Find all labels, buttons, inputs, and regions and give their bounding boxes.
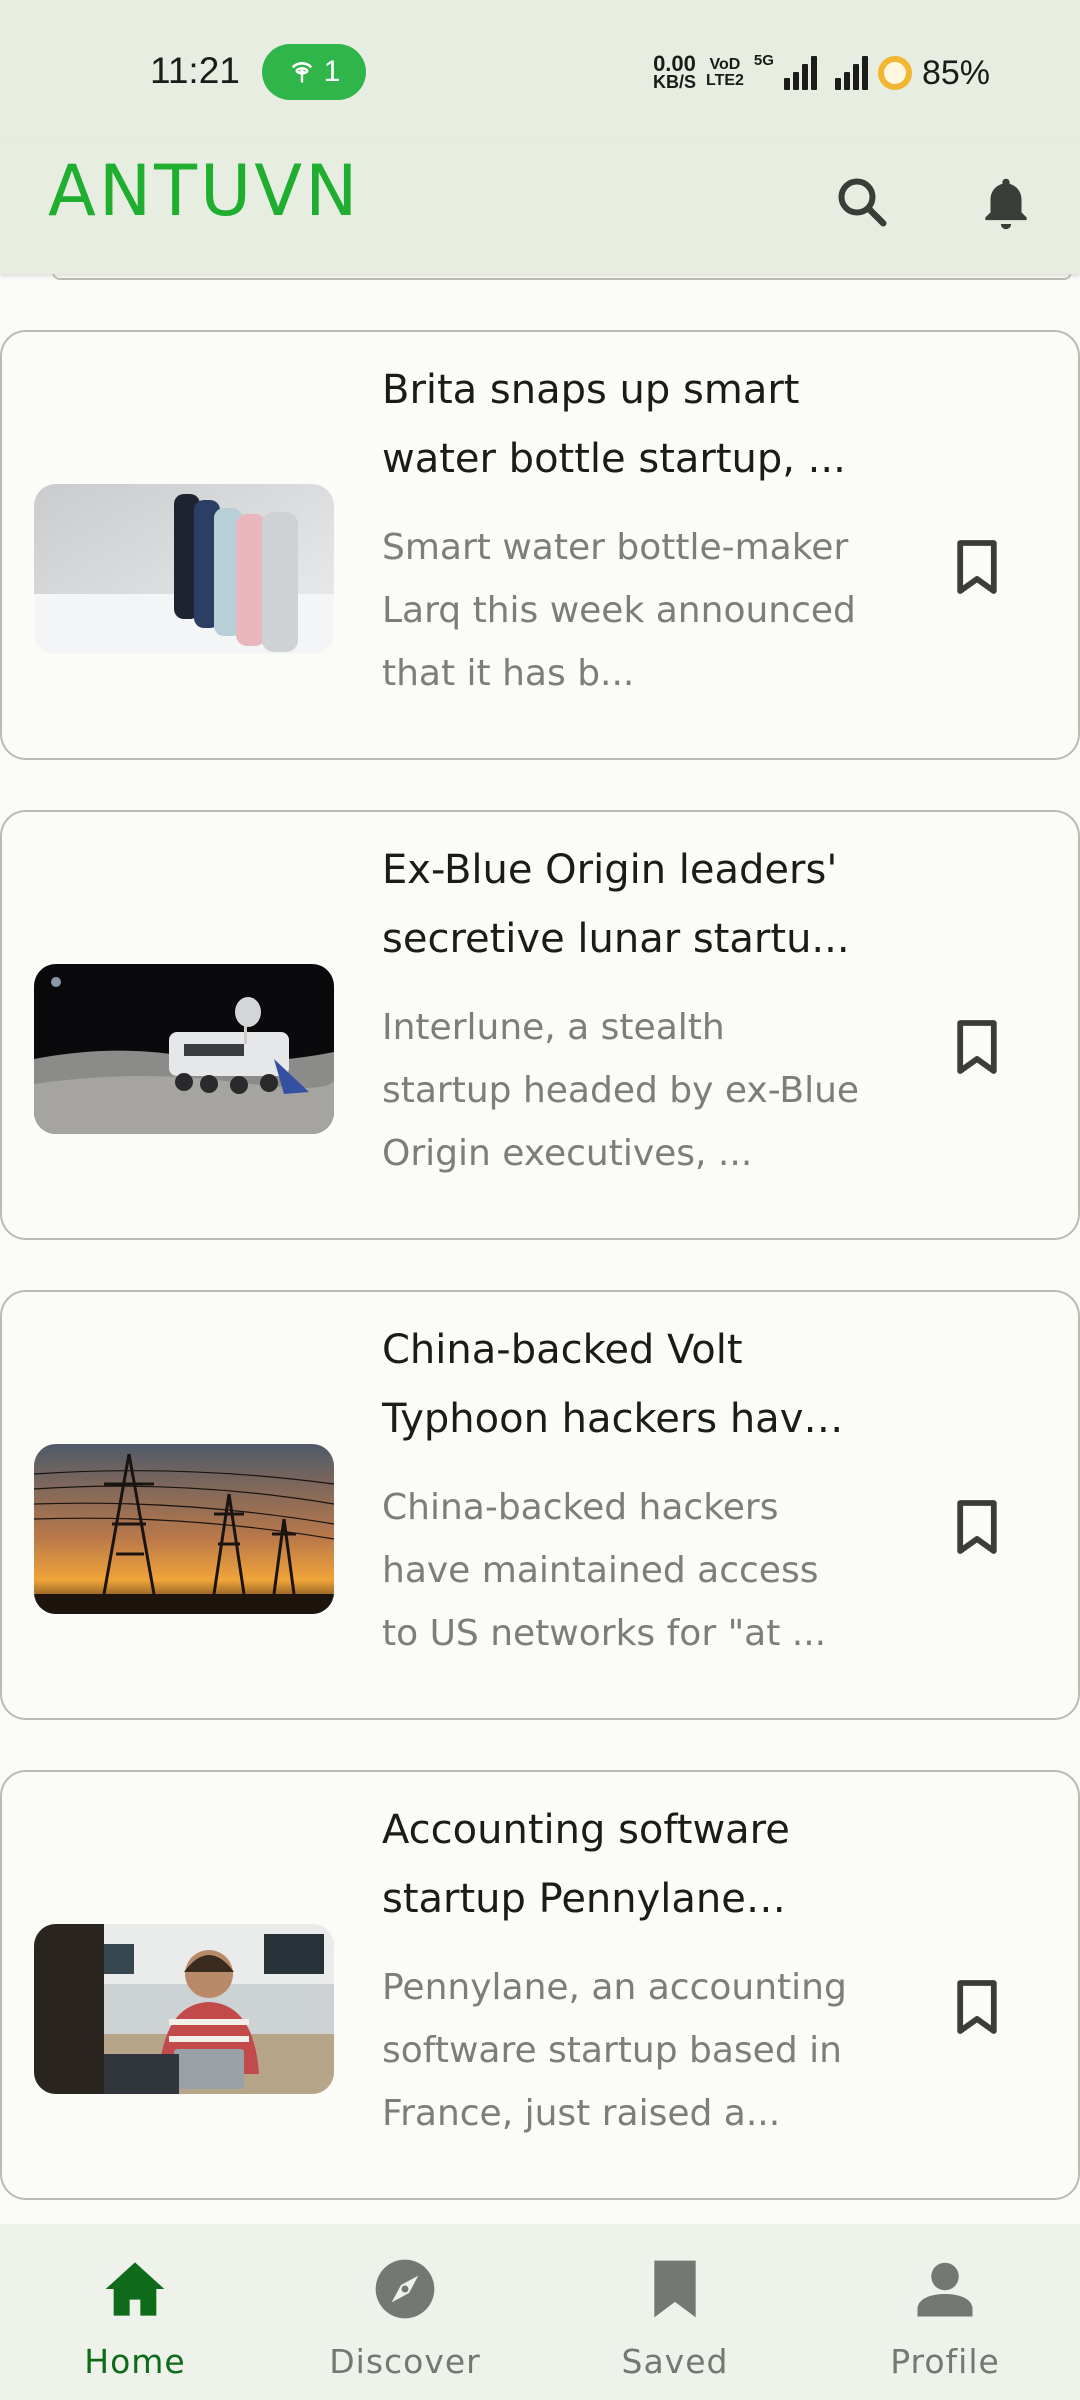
bookmark-outline-icon (957, 1980, 997, 2034)
status-bar: 11:21 1 0.00 KB/S VoD LTE2 5G 85% (0, 0, 1080, 140)
lunar-rover-image (34, 964, 334, 1134)
compass-icon (370, 2254, 440, 2324)
nav-item-discover[interactable]: Discover (270, 2224, 540, 2400)
signal-icon-1 (783, 56, 817, 90)
previous-card-edge (52, 274, 1072, 280)
person-icon (910, 2254, 980, 2324)
network-type: 5G (753, 52, 774, 69)
nav-label-saved: Saved (621, 2342, 729, 2381)
nav-item-saved[interactable]: Saved (540, 2224, 810, 2400)
article-summary: Interlune, a stealth startup headed by e… (382, 1007, 860, 1174)
bookmark-outline-icon (957, 1020, 997, 1074)
article-title[interactable]: Brita snaps up smart water bottle startu… (382, 356, 862, 496)
bookmark-icon (640, 2254, 710, 2324)
hotspot-count: 1 (323, 55, 341, 88)
office-workers-image (34, 1924, 334, 2094)
nav-label-home: Home (84, 2342, 186, 2381)
app-root: 11:21 1 0.00 KB/S VoD LTE2 5G 85% ANTUVN… (0, 0, 1080, 2400)
status-time: 11:21 (150, 50, 240, 91)
home-icon (100, 2254, 170, 2324)
hotspot-indicator: 1 (262, 44, 366, 100)
signal-icon-2 (834, 56, 868, 90)
bookmark-outline-icon (957, 1500, 997, 1554)
bookmark-button[interactable] (942, 1012, 1012, 1082)
bookmark-button[interactable] (942, 532, 1012, 602)
volte-bottom: LTE2 (705, 72, 744, 89)
article-title[interactable]: Ex-Blue Origin leaders' secretive lunar … (382, 836, 862, 976)
notifications-button[interactable] (958, 154, 1054, 250)
nav-item-profile[interactable]: Profile (810, 2224, 1080, 2400)
article-card[interactable]: Accounting software startup Pennylane be… (0, 1770, 1080, 2200)
article-summary: Pennylane, an accounting software startu… (382, 1967, 847, 2134)
search-icon (838, 178, 887, 227)
nav-label-discover: Discover (329, 2342, 481, 2381)
battery-icon (877, 56, 912, 90)
article-feed[interactable]: Brita snaps up smart water bottle startu… (0, 274, 1080, 2224)
bell-icon (985, 178, 1027, 230)
nav-label-profile: Profile (890, 2342, 1000, 2381)
water-bottles-image (34, 484, 334, 654)
power-lines-sunset-image (34, 1444, 334, 1614)
bottom-navigation: Home Discover Saved Profile (0, 2224, 1080, 2400)
nav-item-home[interactable]: Home (0, 2224, 270, 2400)
article-title[interactable]: Accounting software startup Pennylane be… (382, 1796, 862, 1936)
app-bar: ANTUVN (0, 140, 1080, 274)
hotspot-icon (291, 62, 312, 83)
article-card[interactable]: Brita snaps up smart water bottle startu… (0, 330, 1080, 760)
net-speed-unit: KB/S (652, 72, 696, 92)
bookmark-outline-icon (957, 540, 997, 594)
article-card[interactable]: Ex-Blue Origin leaders' secretive lunar … (0, 810, 1080, 1240)
bookmark-button[interactable] (942, 1492, 1012, 1562)
article-title[interactable]: China-backed Volt Typhoon hackers have .… (382, 1316, 862, 1456)
net-speed-value: 0.00 (653, 51, 696, 76)
volte-top: VoD (709, 56, 741, 73)
status-indicators: 0.00 KB/S VoD LTE2 5G 85% (653, 48, 990, 98)
article-summary: China-backed hackers have maintained acc… (382, 1487, 827, 1654)
search-button[interactable] (814, 154, 910, 250)
battery-percent: 85% (921, 53, 990, 92)
net-speed: 0.00 KB/S (652, 51, 696, 92)
app-title: ANTUVN (48, 150, 361, 232)
article-summary: Smart water bottle-maker Larq this week … (382, 527, 856, 694)
article-card[interactable]: China-backed Volt Typhoon hackers have .… (0, 1290, 1080, 1720)
bookmark-button[interactable] (942, 1972, 1012, 2042)
volte-indicator: VoD LTE2 (706, 57, 744, 89)
